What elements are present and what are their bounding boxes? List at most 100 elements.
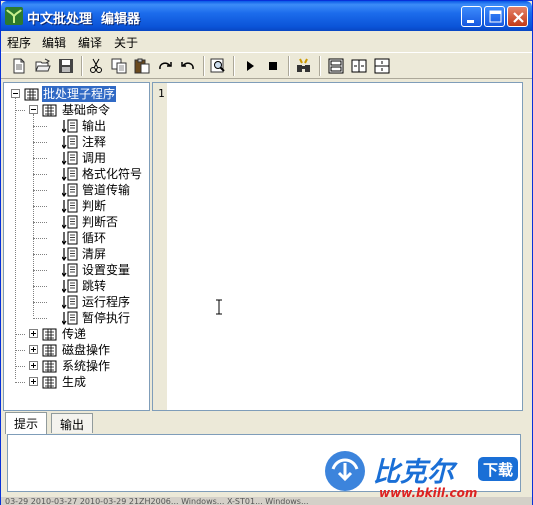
command-doc-icon [62, 151, 78, 165]
stop-icon[interactable] [264, 57, 282, 75]
watermark-site: www.bkill.com [379, 486, 477, 499]
tree-command-label: 调用 [82, 151, 107, 165]
bottom-tab-strip: 提示 输出 [3, 412, 523, 435]
tree-command-item[interactable]: 管道传输 [6, 182, 146, 198]
undo-icon[interactable] [179, 57, 197, 75]
tree-command-item[interactable]: 循环 [6, 230, 146, 246]
new-file-icon[interactable] [10, 57, 28, 75]
module-icon [42, 360, 57, 373]
tree-command-label: 清屏 [82, 247, 107, 261]
collapse-toggle[interactable] [29, 105, 38, 114]
command-doc-icon [62, 215, 78, 229]
tree-guide-line [33, 206, 47, 207]
tree-command-label: 注释 [82, 135, 107, 149]
tree-group-collapsed[interactable]: 生成 [6, 374, 146, 390]
tree-command-label: 判断 [82, 199, 107, 213]
expand-toggle[interactable] [29, 377, 38, 386]
tree-group-collapsed[interactable]: 传递 [6, 326, 146, 342]
cut-icon[interactable] [87, 57, 105, 75]
copy-icon[interactable] [110, 57, 128, 75]
tree-command-item[interactable]: 输出 [6, 118, 146, 134]
menu-edit[interactable]: 编辑 [42, 34, 66, 51]
tree-guide-line [33, 302, 47, 303]
tree-command-label: 格式化符号 [82, 167, 143, 181]
tree-guide-line [15, 366, 25, 367]
tree-command-label: 设置变量 [82, 263, 131, 277]
command-doc-icon [62, 263, 78, 277]
maximize-button[interactable] [484, 6, 505, 27]
tab-output[interactable]: 输出 [51, 413, 94, 433]
command-doc-icon [62, 167, 78, 181]
module-icon [42, 328, 57, 341]
command-tree[interactable]: 批处理子程序 基础命令 输出 注释调用格式化符号管道传输判断 判断否 循环清屏设置变量… [3, 82, 150, 411]
tree-command-label: 暂停执行 [82, 311, 131, 325]
menu-bar: 程序 编辑 编译 关于 [1, 31, 532, 51]
save-icon[interactable] [57, 57, 75, 75]
module-icon [42, 104, 57, 117]
command-doc-icon [62, 295, 78, 309]
tree-group-collapsed[interactable]: 磁盘操作 [6, 342, 146, 358]
paste-icon[interactable] [133, 57, 151, 75]
split-vertical-icon[interactable] [373, 57, 391, 75]
watermark-logo: 比克尔 下载 www.bkill.com [325, 451, 518, 499]
find-icon[interactable] [209, 57, 227, 75]
menu-about[interactable]: 关于 [114, 34, 138, 51]
tree-command-item[interactable]: 设置变量 [6, 262, 146, 278]
tree-root[interactable]: 批处理子程序 [6, 86, 146, 102]
text-cursor-icon [216, 299, 222, 315]
title-bar[interactable]: 中文批处理 编辑器 [1, 1, 532, 31]
tree-guide-line [33, 174, 47, 175]
close-icon [513, 12, 524, 23]
tree-command-label: 管道传输 [82, 183, 131, 197]
tree-group-basic[interactable]: 基础命令 [6, 102, 146, 118]
tree-guide-line [33, 222, 47, 223]
app-window: 中文批处理 编辑器 程序 编辑 编译 关于 批处理子程序 基础命令 输出 注释 … [0, 0, 533, 505]
debug-icon[interactable] [295, 57, 313, 75]
module-icon [42, 344, 57, 357]
tree-guide-line [33, 286, 47, 287]
tree-command-item[interactable]: 运行程序 [6, 294, 146, 310]
minimize-button[interactable] [461, 6, 482, 27]
expand-toggle[interactable] [29, 361, 38, 370]
tree-command-item[interactable]: 调用 [6, 150, 146, 166]
expand-toggle[interactable] [29, 345, 38, 354]
command-doc-icon [62, 183, 78, 197]
tree-command-item[interactable]: 清屏 [6, 246, 146, 262]
toolbar-separator [233, 56, 235, 76]
tree-guide-line [33, 270, 47, 271]
toolbar-separator [81, 56, 83, 76]
toolbar-separator [203, 56, 205, 76]
tree-command-item[interactable]: 注释 [6, 134, 146, 150]
tree-command-item[interactable]: 格式化符号 [6, 166, 146, 182]
toolbar-separator [319, 56, 321, 76]
tree-command-item[interactable]: 判断 [6, 198, 146, 214]
tree-command-item[interactable]: 判断否 [6, 214, 146, 230]
tree-guide-line [33, 238, 47, 239]
window-title: 中文批处理 编辑器 [27, 12, 141, 27]
tree-guide-line [15, 110, 25, 111]
watermark-badge: 下载 [483, 461, 513, 479]
tree-command-item[interactable]: 跳转 [6, 278, 146, 294]
run-icon[interactable] [241, 57, 259, 75]
split-horizontal-icon[interactable] [350, 57, 368, 75]
open-folder-icon[interactable] [34, 57, 52, 75]
expand-toggle[interactable] [29, 329, 38, 338]
tree-group-label: 传递 [62, 327, 87, 341]
menu-program[interactable]: 程序 [7, 34, 31, 51]
window-layout-icon[interactable] [327, 57, 345, 75]
module-icon [24, 88, 39, 101]
tree-group-label: 磁盘操作 [62, 343, 111, 357]
tree-guide-line [15, 382, 25, 383]
tree-group-collapsed[interactable]: 系统操作 [6, 358, 146, 374]
redo-icon[interactable] [156, 57, 174, 75]
tab-hint[interactable]: 提示 [5, 412, 48, 434]
code-editor[interactable]: 1 [152, 82, 523, 411]
command-doc-icon [62, 311, 78, 325]
menu-compile[interactable]: 编译 [78, 34, 102, 51]
command-doc-icon [62, 247, 78, 261]
collapse-toggle[interactable] [11, 89, 20, 98]
tree-command-item[interactable]: 暂停执行 [6, 310, 146, 326]
tree-root-label: 批处理子程序 [42, 86, 117, 102]
close-button[interactable] [507, 6, 528, 27]
tree-command-label: 循环 [82, 231, 107, 245]
